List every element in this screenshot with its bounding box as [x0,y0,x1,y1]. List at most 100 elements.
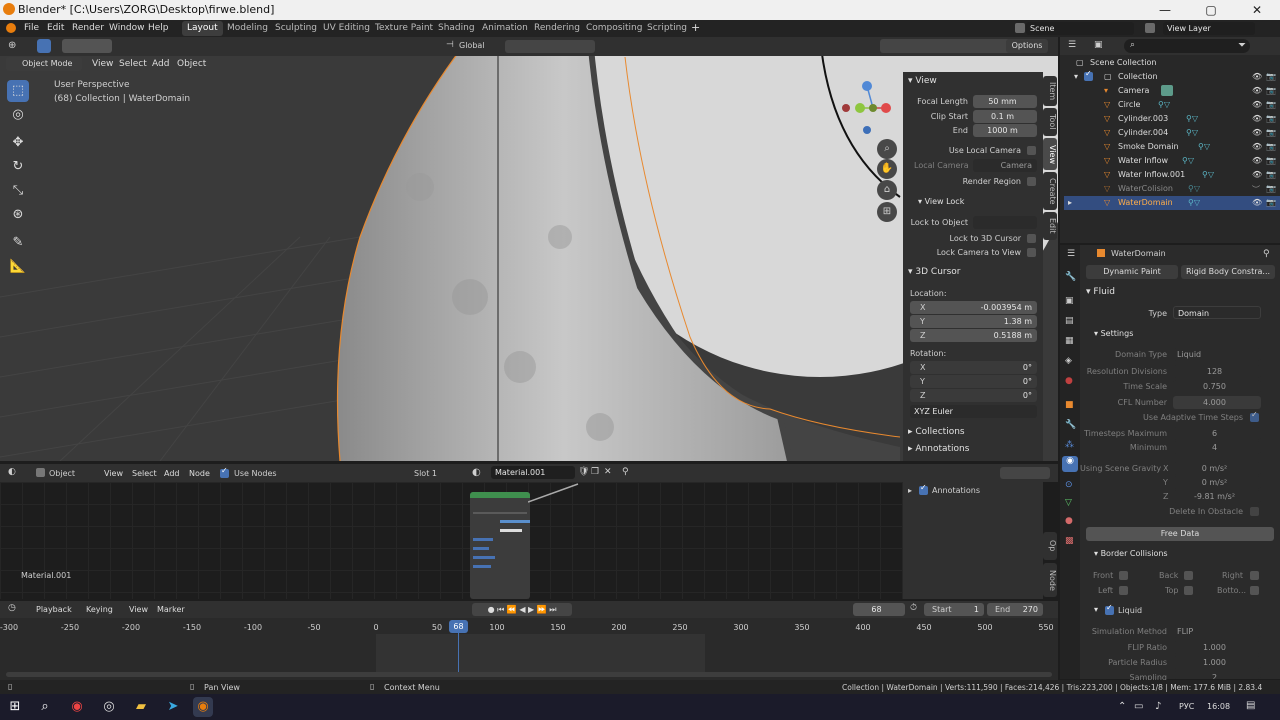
tab-compositing[interactable]: Compositing [581,21,647,36]
gravity-z-field[interactable]: -9.81 m/s² [1173,490,1261,503]
mode-dropdown[interactable]: Object Mode [6,57,82,71]
transform-icon[interactable]: ⊛ [7,204,29,226]
gravity-x-field[interactable]: 0 m/s² [1173,462,1261,475]
gravity-y-field[interactable]: 0 m/s² [1173,476,1261,489]
outliner-item-smoke-domain[interactable]: ▽ Smoke Domain ⚲▽ 👁 📷 [1064,140,1280,154]
view-panel-header[interactable]: ▾ View [908,76,937,86]
fake-user-icon[interactable]: 🛡 [578,467,589,477]
border-collisions-header[interactable]: ▾ Border Collisions [1094,549,1168,558]
annotations-checkbox[interactable] [919,483,928,495]
outliner-search-input[interactable] [1124,39,1250,53]
outliner-item-water-domain[interactable]: ▸ ▽ WaterDomain ⚲▽ 👁 📷 [1064,196,1280,210]
select-mode-icon[interactable] [37,39,51,53]
language-indicator[interactable]: РУС [1179,702,1194,711]
windows-start-icon[interactable]: ⊞ [5,697,25,717]
outliner-item-water-inflow-001[interactable]: ▽ Water Inflow.001 ⚲▽ 👁 📷 [1064,168,1280,182]
dynamic-paint-button[interactable]: Dynamic Paint [1086,265,1178,279]
right-checkbox[interactable] [1250,571,1259,580]
clip-end-field[interactable]: 1000 m [973,124,1037,137]
rotation-mode-dropdown[interactable]: XYZ Euler [910,405,1037,418]
visibility-icon[interactable]: 👁 [1252,142,1262,151]
visibility-icon[interactable]: 👁 [1252,198,1262,207]
annotations-expand-icon[interactable]: ▸ [908,486,912,495]
clock[interactable]: 16:08 [1207,702,1230,711]
tab-sculpting[interactable]: Sculpting [270,21,322,36]
options-dropdown[interactable]: Options [1006,39,1048,53]
constraints-props-icon[interactable]: ⊙ [1065,480,1073,490]
properties-editor-icon[interactable]: ☰ [1067,249,1075,259]
visibility-icon[interactable]: 👁 [1252,156,1262,165]
data-props-icon[interactable]: ▽ [1065,498,1072,508]
visibility-icon[interactable]: 👁 [1252,128,1262,137]
pin-icon[interactable]: ⚲ [1263,249,1270,259]
duplicate-material-icon[interactable]: ❐ [591,467,599,477]
render-icon[interactable]: 📷 [1266,184,1276,193]
playback-controls[interactable]: ● ⏮ ⏪ ◀ ▶ ⏩ ⏭ [472,603,572,616]
render-icon[interactable]: 📷 [1266,128,1276,137]
selection-modes[interactable] [62,39,112,53]
navigation-gizmo[interactable] [838,78,902,142]
use-nodes-checkbox[interactable] [220,466,229,478]
render-icon[interactable]: 📷 [1266,72,1276,81]
render-icon[interactable]: 📷 [1266,114,1276,123]
outliner-item-camera[interactable]: ▾ Camera 👁 📷 [1064,84,1280,98]
menu-select[interactable]: Select [119,59,147,69]
annotations-panel-header[interactable]: ▸ Annotations [908,444,969,454]
object-props-icon[interactable]: ■ [1065,400,1074,410]
tab-edit[interactable]: Edit [1043,212,1057,240]
node-menu-node[interactable]: Node [189,469,210,478]
render-region-checkbox[interactable] [1027,177,1036,186]
lock-object-field[interactable] [973,216,1037,229]
tab-uv-editing[interactable]: UV Editing [318,21,375,36]
adaptive-time-steps-checkbox[interactable] [1250,410,1259,422]
slot-dropdown[interactable]: Slot 1 [414,469,437,478]
measure-icon[interactable]: 📐 [7,256,29,278]
lock-camera-checkbox[interactable] [1027,248,1036,257]
node-menu-add[interactable]: Add [164,469,180,478]
ortho-grid-icon[interactable]: ⊞ [877,202,897,222]
annotate-icon[interactable]: ✎ [7,232,29,254]
cursor-rot-y-field[interactable]: 0° [910,375,1037,388]
tab-animation[interactable]: Animation [477,21,533,36]
flip-ratio-field[interactable]: 1.000 [1173,641,1261,654]
front-checkbox[interactable] [1119,571,1128,580]
render-icon[interactable]: 📷 [1266,156,1276,165]
timesteps-max-field[interactable]: 6 [1173,427,1261,440]
tab-layout[interactable]: Layout [182,21,223,36]
cursor-icon[interactable]: ◎ [7,104,29,126]
rotate-icon[interactable]: ↻ [7,156,29,178]
principled-bsdf-node[interactable] [470,492,530,599]
render-icon[interactable]: 📷 [1266,86,1276,95]
unlink-material-icon[interactable]: ✕ [604,467,612,477]
preview-range-icon[interactable]: ⏱ [910,603,917,613]
settings-panel-header[interactable]: ▾ Settings [1094,329,1133,338]
outliner-item-water-colision[interactable]: ▽ WaterColision ⚲▽ ︶ 📷 [1064,182,1280,196]
time-scale-field[interactable]: 0.750 [1173,380,1261,393]
collection-checkbox[interactable] [1084,69,1093,81]
texture-props-icon[interactable]: ▩ [1065,536,1074,546]
menu-file[interactable]: File [24,23,39,33]
tab-item[interactable]: Item [1043,76,1057,106]
timesteps-min-field[interactable]: 4 [1173,441,1261,454]
world-props-icon[interactable]: ● [1065,376,1073,386]
modifier-props-icon[interactable]: 🔧 [1065,420,1076,430]
media-icon[interactable]: ◎ [99,697,119,717]
visibility-icon[interactable]: 👁 [1252,100,1262,109]
volume-icon[interactable]: ♪ [1155,701,1161,712]
minimize-icon[interactable]: — [1142,0,1188,20]
node-editor-type-icon[interactable]: ◐ [8,467,16,477]
render-icon[interactable]: 📷 [1266,142,1276,151]
tab-create[interactable]: Create [1043,172,1057,210]
focal-length-field[interactable]: 50 mm [973,95,1037,108]
tab-op[interactable]: Op [1043,532,1057,560]
menu-playback[interactable]: Playback [36,605,72,614]
visibility-icon[interactable]: 👁 [1252,170,1262,179]
outliner-item-cylinder003[interactable]: ▽ Cylinder.003 ⚲▽ 👁 📷 [1064,112,1280,126]
cursor-loc-z-field[interactable]: 0.5188 m [910,329,1037,342]
physics-props-icon[interactable]: ◉ [1062,456,1078,472]
current-frame-field[interactable]: 68 [853,603,905,616]
network-icon[interactable]: ▭ [1134,701,1143,712]
blender-menu-icon[interactable] [6,23,16,33]
collections-panel-header[interactable]: ▸ Collections [908,427,965,437]
snap-tools[interactable] [505,40,595,53]
